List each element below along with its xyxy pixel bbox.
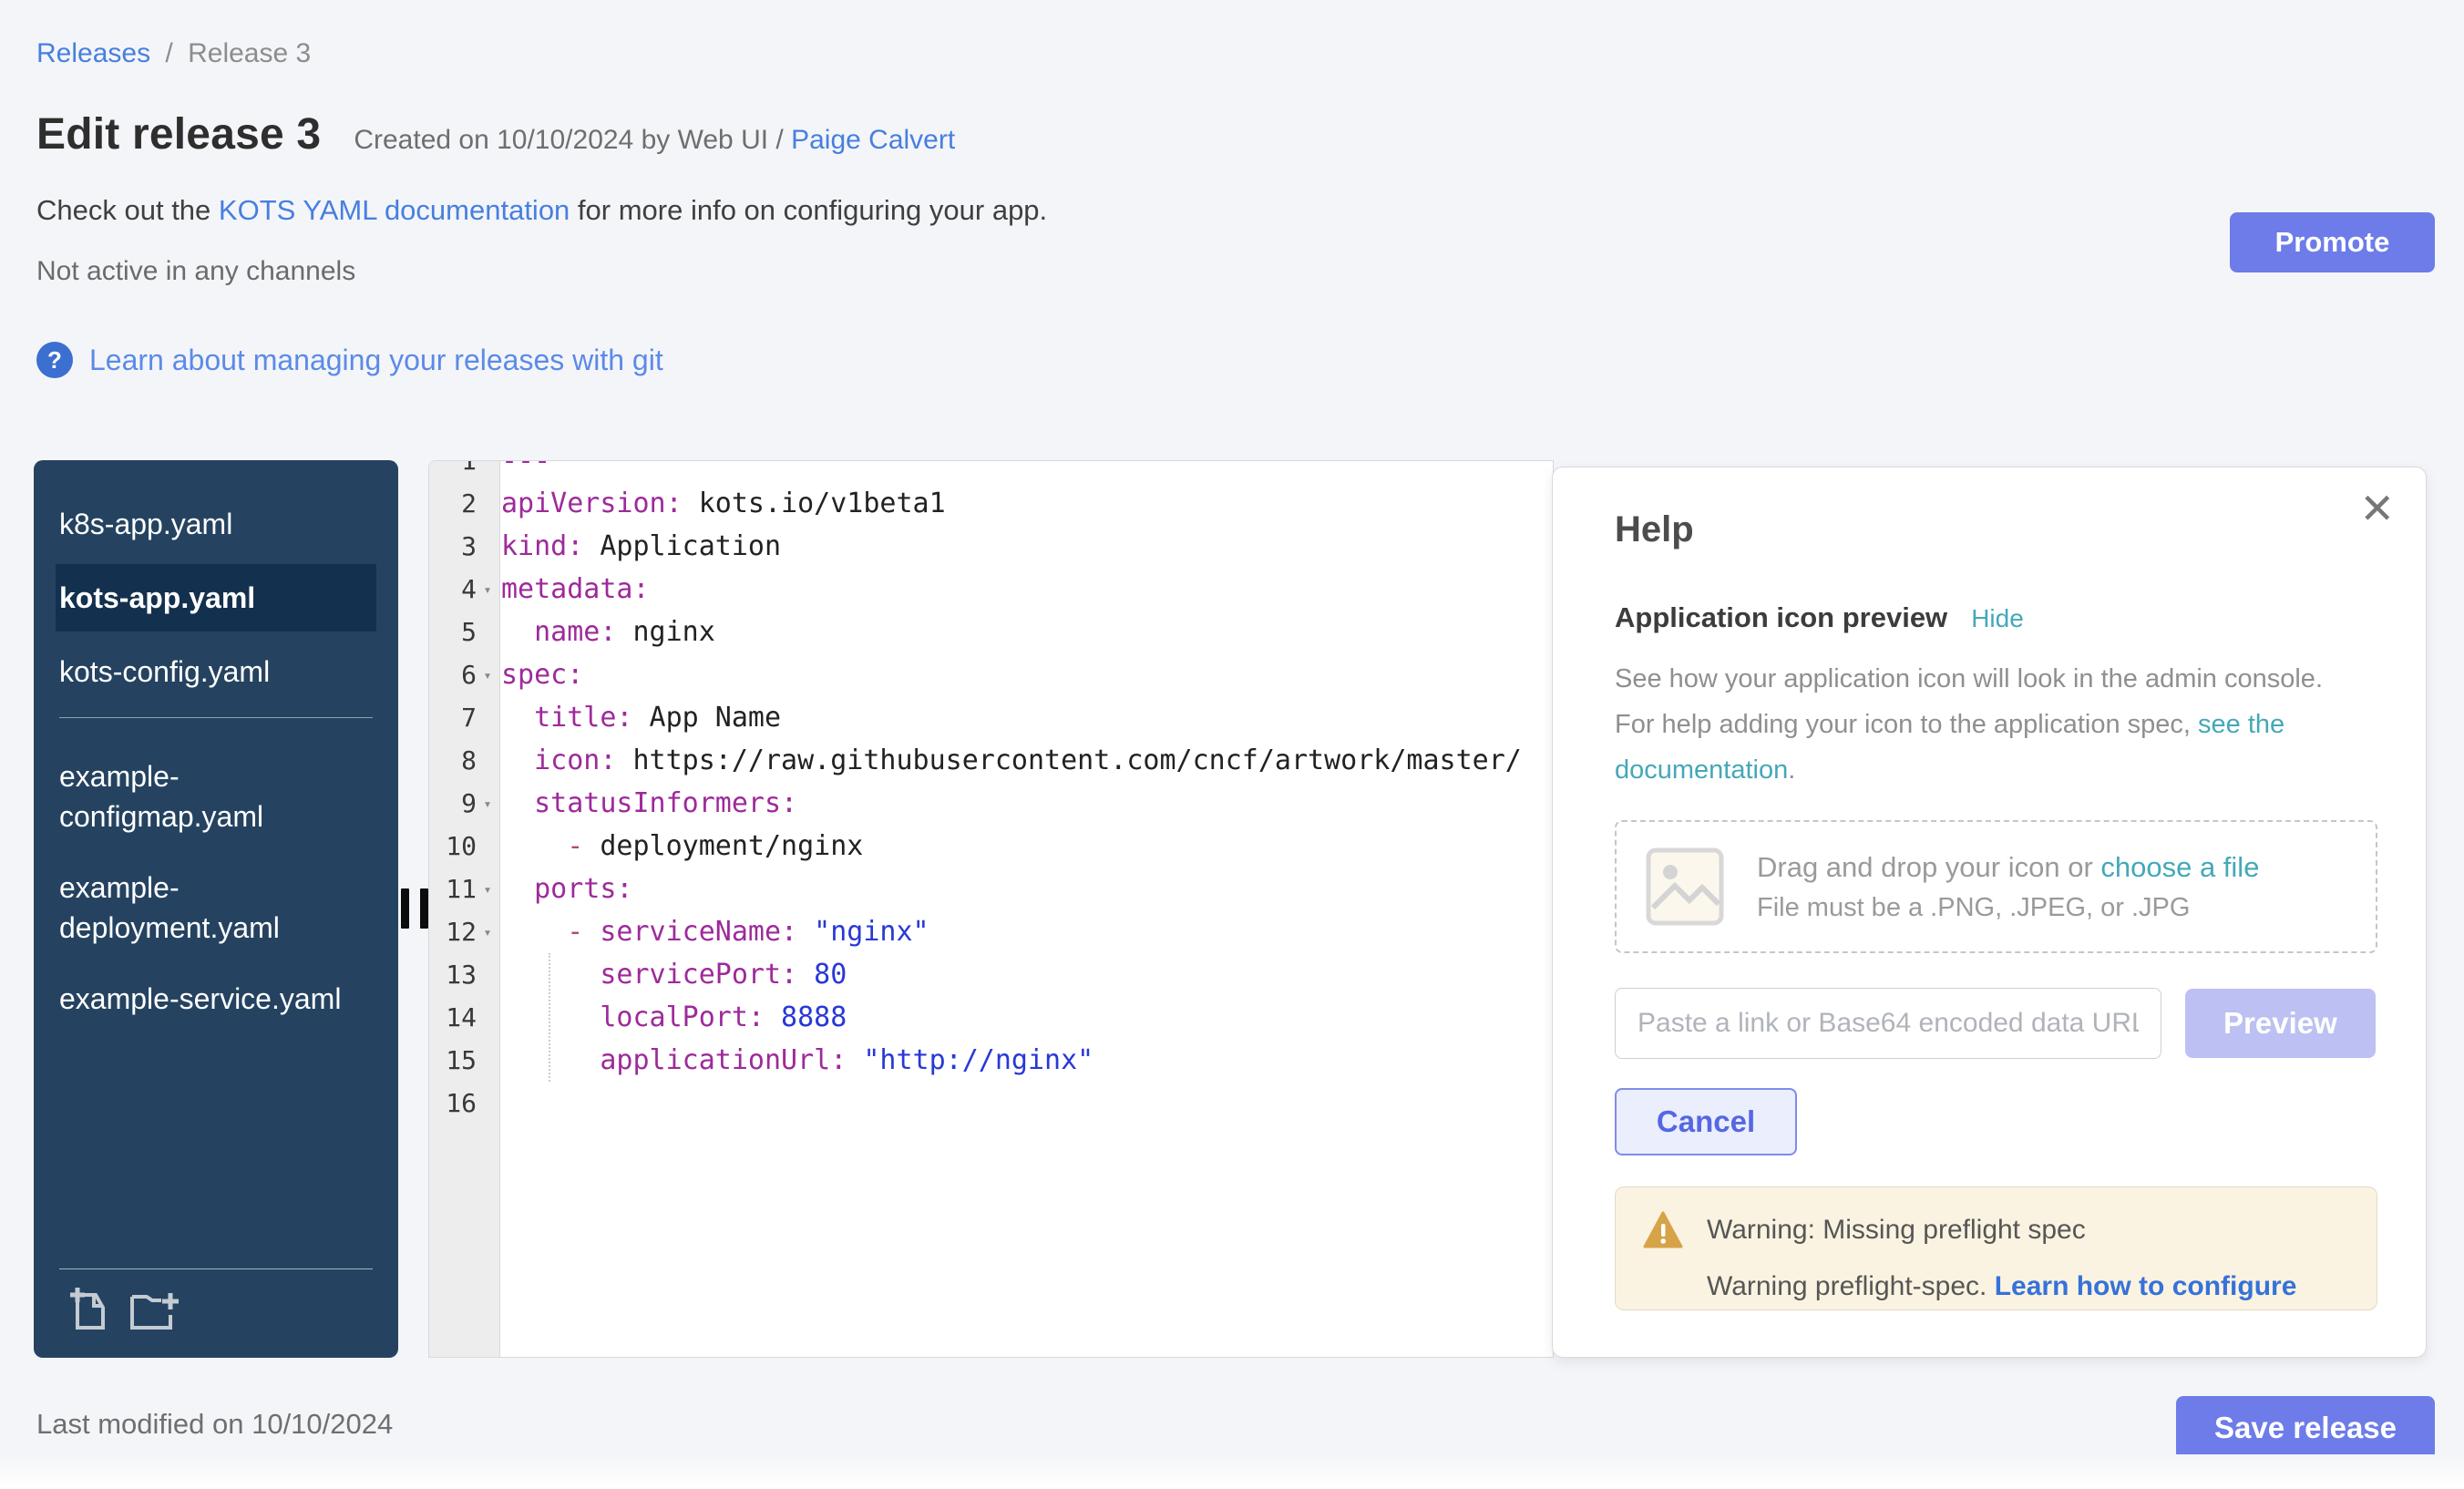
page-title: Edit release 3: [36, 109, 321, 159]
promote-button[interactable]: Promote: [2230, 212, 2435, 272]
channel-status: Not active in any channels: [36, 256, 2428, 287]
description-period: .: [1788, 755, 1795, 785]
fold-arrow-icon[interactable]: ▾: [477, 581, 498, 598]
doc-hint: Check out the KOTS YAML documentation fo…: [36, 194, 2428, 227]
page-header: Releases / Release 3 Edit release 3 Crea…: [0, 0, 2464, 378]
dropzone-text-prefix: Drag and drop your icon or: [1757, 851, 2100, 883]
code-line-2: apiVersion: kots.io/v1beta1: [501, 482, 1553, 525]
code-line-11: ports:: [501, 868, 1553, 910]
fold-arrow-icon[interactable]: ▾: [477, 881, 498, 898]
code-line-6: spec:: [501, 653, 1553, 696]
save-release-button[interactable]: Save release: [2176, 1396, 2435, 1460]
gutter-line-10: 10: [429, 825, 500, 868]
indent-guide: [549, 953, 550, 1082]
gutter-line-8: 8: [429, 739, 500, 782]
bottom-fade: [0, 1454, 2464, 1489]
file-tree: k8s-app.yaml kots-app.yaml kots-config.yam…: [56, 493, 376, 1039]
gutter-line-13: 13: [429, 953, 500, 996]
code-line-9: statusInformers:: [501, 782, 1553, 825]
preview-button[interactable]: Preview: [2185, 989, 2376, 1058]
code-line-14: localPort: 8888: [501, 996, 1553, 1039]
sidebar-bottom: [56, 1268, 376, 1334]
code-line-8: icon: https://raw.githubusercontent.com/…: [501, 739, 1553, 782]
gutter-line-4: 4▾: [429, 568, 500, 611]
file-group-divider: [59, 717, 373, 718]
warning-body: Warning preflight-spec. Learn how to con…: [1643, 1271, 2346, 1302]
warning-triangle-icon: [1643, 1211, 1683, 1249]
created-info: Created on 10/10/2024 by Web UI / Paige …: [354, 125, 955, 156]
code-line-5: name: nginx: [501, 611, 1553, 653]
code-line-16: [501, 1082, 1553, 1124]
breadcrumb: Releases / Release 3: [36, 38, 2428, 69]
gutter-line-2: 2: [429, 482, 500, 525]
breadcrumb-separator: /: [165, 38, 172, 68]
new-folder-button[interactable]: [130, 1288, 181, 1334]
icon-preview-title: Application icon preview: [1615, 601, 1947, 634]
gutter-line-1: 1: [429, 460, 500, 482]
file-item-example-configmap.yaml[interactable]: example-configmap.yaml: [56, 745, 376, 847]
file-item-example-deployment.yaml[interactable]: example-deployment.yaml: [56, 857, 376, 959]
folder-plus-icon: [130, 1288, 181, 1331]
file-sidebar: k8s-app.yaml kots-app.yaml kots-config.yam…: [34, 460, 398, 1358]
dropzone-text: Drag and drop your icon or choose a file: [1757, 851, 2259, 884]
yaml-editor[interactable]: 1234▾56▾789▾1011▾12▾13141516 ---apiVersi…: [428, 460, 1554, 1358]
fold-arrow-icon[interactable]: ▾: [477, 667, 498, 683]
sidebar-resize-handle[interactable]: [401, 888, 428, 929]
code-line-13: servicePort: 80: [501, 953, 1553, 996]
hide-link[interactable]: Hide: [1971, 604, 2024, 633]
sidebar-bottom-divider: [59, 1268, 373, 1269]
help-panel: ✕ Help Application icon preview Hide See…: [1552, 467, 2427, 1358]
image-placeholder-icon: [1646, 847, 1724, 926]
doc-hint-prefix: Check out the: [36, 194, 219, 226]
preflight-warning: Warning: Missing preflight spec Warning …: [1615, 1186, 2377, 1310]
kots-yaml-doc-link[interactable]: KOTS YAML documentation: [219, 194, 570, 226]
gutter-line-11: 11▾: [429, 868, 500, 910]
last-modified: Last modified on 10/10/2024: [36, 1408, 393, 1441]
code-line-4: metadata:: [501, 568, 1553, 611]
fold-arrow-icon[interactable]: ▾: [477, 796, 498, 812]
gutter-line-5: 5: [429, 611, 500, 653]
file-item-k8s-app.yaml[interactable]: k8s-app.yaml: [56, 493, 376, 555]
code-line-1: ---: [501, 460, 1553, 482]
warning-body-text: Warning preflight-spec.: [1707, 1271, 1995, 1301]
author-link[interactable]: Paige Calvert: [791, 125, 955, 155]
code-line-3: kind: Application: [501, 525, 1553, 568]
git-releases-link[interactable]: Learn about managing your releases with …: [89, 344, 663, 377]
gutter-line-14: 14: [429, 996, 500, 1039]
gutter-line-6: 6▾: [429, 653, 500, 696]
breadcrumb-releases-link[interactable]: Releases: [36, 38, 150, 68]
dropzone-requirements: File must be a .PNG, .JPEG, or .JPG: [1757, 893, 2259, 923]
code-line-7: title: App Name: [501, 696, 1553, 739]
file-item-kots-app.yaml[interactable]: kots-app.yaml: [56, 564, 376, 632]
close-icon[interactable]: ✕: [2359, 488, 2395, 529]
code-line-15: applicationUrl: "http://nginx": [501, 1039, 1553, 1082]
new-file-button[interactable]: [68, 1288, 110, 1334]
icon-url-input[interactable]: [1615, 988, 2161, 1059]
gutter-line-15: 15: [429, 1039, 500, 1082]
help-title: Help: [1615, 509, 2376, 550]
icon-dropzone[interactable]: Drag and drop your icon or choose a file…: [1615, 820, 2377, 953]
gutter-line-12: 12▾: [429, 910, 500, 953]
question-mark-icon: ?: [36, 342, 73, 378]
gutter-line-3: 3: [429, 525, 500, 568]
gutter-line-9: 9▾: [429, 782, 500, 825]
choose-file-link[interactable]: choose a file: [2100, 851, 2259, 883]
file-item-kots-config.yaml[interactable]: kots-config.yaml: [56, 641, 376, 703]
warning-title: Warning: Missing preflight spec: [1707, 1215, 2086, 1246]
gutter-line-16: 16: [429, 1082, 500, 1124]
editor-code-area[interactable]: ---apiVersion: kots.io/v1beta1kind: Appl…: [501, 460, 1553, 1357]
learn-configure-link[interactable]: Learn how to configure: [1995, 1271, 2297, 1301]
gutter-line-7: 7: [429, 696, 500, 739]
file-item-example-service.yaml[interactable]: example-service.yaml: [56, 968, 376, 1030]
cancel-button[interactable]: Cancel: [1615, 1088, 1797, 1155]
breadcrumb-current: Release 3: [188, 38, 311, 68]
code-line-10: - deployment/nginx: [501, 825, 1553, 868]
file-plus-icon: [68, 1288, 110, 1331]
fold-arrow-icon[interactable]: ▾: [477, 924, 498, 940]
icon-preview-description: See how your application icon will look …: [1615, 656, 2335, 793]
doc-hint-suffix: for more info on configuring your app.: [570, 194, 1047, 226]
code-line-12: - serviceName: "nginx": [501, 910, 1553, 953]
workspace: k8s-app.yaml kots-app.yaml kots-config.yam…: [0, 460, 2464, 1358]
created-text: Created on 10/10/2024 by Web UI /: [354, 125, 791, 155]
